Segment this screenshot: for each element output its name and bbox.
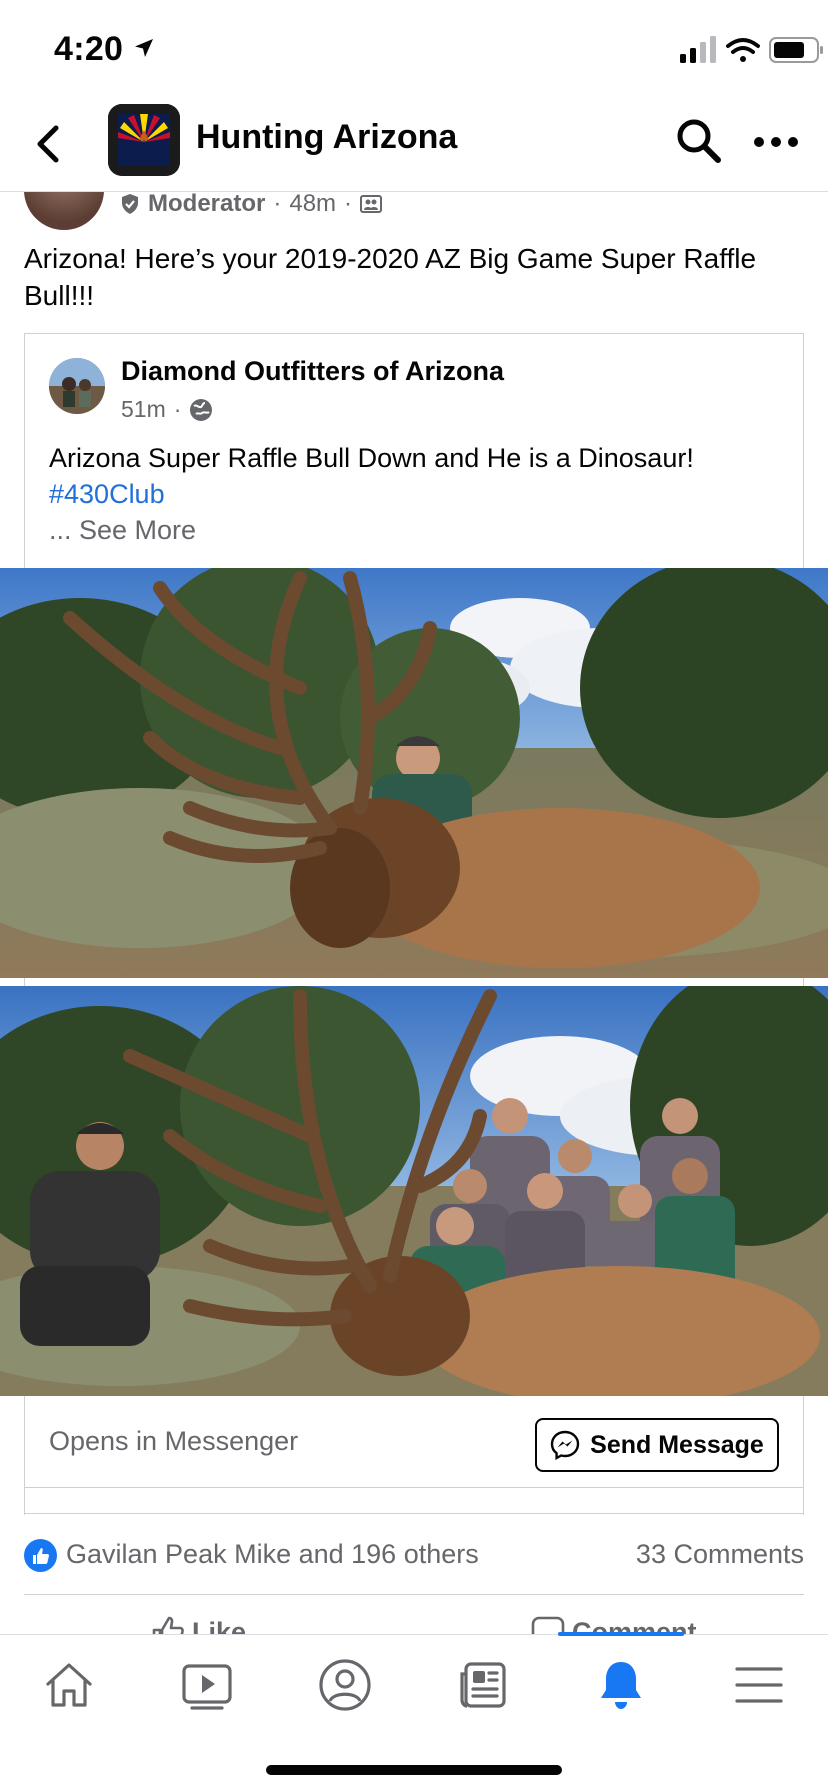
reaction-names[interactable]: Gavilan Peak Mike and 196 others <box>66 1539 479 1570</box>
shared-post-body: Arizona Super Raffle Bull Down and He is… <box>49 443 694 473</box>
shared-post-time[interactable]: 51m <box>121 396 166 423</box>
globe-icon <box>190 398 213 421</box>
meta-separator: · <box>344 190 353 217</box>
shared-post-text: Arizona Super Raffle Bull Down and He is… <box>49 440 789 548</box>
post-meta: Moderator · 48m · <box>120 190 383 218</box>
meta-separator: · <box>273 190 282 217</box>
wifi-icon <box>726 38 760 62</box>
post-photo-2[interactable] <box>0 986 828 1396</box>
active-tab-indicator <box>558 1632 684 1636</box>
divider <box>24 1594 804 1595</box>
author-role: Moderator <box>148 190 266 217</box>
menu-icon <box>735 1667 783 1703</box>
messenger-cta: Opens in Messenger Send Message <box>24 1396 804 1488</box>
search-icon[interactable] <box>674 116 724 166</box>
shared-post-meta: 51m · <box>121 396 213 423</box>
page-title: Hunting Arizona <box>196 118 458 156</box>
status-bar: 4:20 <box>0 0 828 96</box>
moderator-shield-icon <box>122 194 138 214</box>
signal-icon <box>680 36 716 63</box>
tab-menu[interactable] <box>729 1655 789 1715</box>
group-avatar[interactable] <box>108 104 180 176</box>
news-icon <box>460 1662 506 1708</box>
send-message-button[interactable]: Send Message <box>535 1418 779 1472</box>
arizona-flag-icon <box>108 104 180 176</box>
status-icons <box>680 36 823 63</box>
group-header: Hunting Arizona <box>0 96 828 192</box>
location-arrow-icon <box>135 39 153 57</box>
battery-icon <box>769 37 823 63</box>
shared-page-name[interactable]: Diamond Outfitters of Arizona <box>121 356 504 387</box>
watch-icon <box>182 1664 232 1710</box>
messenger-icon <box>550 1430 580 1460</box>
send-message-label: Send Message <box>590 1430 764 1459</box>
back-icon[interactable] <box>26 118 70 170</box>
tab-home[interactable] <box>39 1655 99 1715</box>
tab-news[interactable] <box>453 1655 513 1715</box>
status-time: 4:20 <box>54 30 124 68</box>
reactions-row[interactable]: Gavilan Peak Mike and 196 others 33 Comm… <box>24 1537 804 1577</box>
bottom-tab-bar <box>0 1634 828 1792</box>
hashtag-link[interactable]: #430Club <box>49 476 789 512</box>
shared-page-avatar[interactable] <box>49 358 105 414</box>
meta-separator: · <box>173 396 182 422</box>
notifications-icon <box>601 1662 641 1709</box>
tab-watch[interactable] <box>177 1655 237 1715</box>
post-photo-1[interactable] <box>0 568 828 978</box>
post-time[interactable]: 48m <box>289 190 336 218</box>
messenger-label: Opens in Messenger <box>49 1426 299 1456</box>
post-text: Arizona! Here’s your 2019-2020 AZ Big Ga… <box>24 243 757 311</box>
tab-notifications[interactable] <box>591 1655 651 1715</box>
more-options-icon[interactable] <box>750 118 802 166</box>
comment-count[interactable]: 33 Comments <box>636 1539 804 1570</box>
shared-card-footer <box>24 1488 804 1514</box>
home-indicator <box>266 1765 562 1775</box>
tab-profile[interactable] <box>315 1655 375 1715</box>
profile-icon <box>319 1659 371 1711</box>
home-icon <box>46 1663 92 1707</box>
like-reaction-icon <box>24 1539 57 1572</box>
group-members-icon <box>360 195 383 213</box>
see-more-link[interactable]: ... See More <box>49 512 789 548</box>
